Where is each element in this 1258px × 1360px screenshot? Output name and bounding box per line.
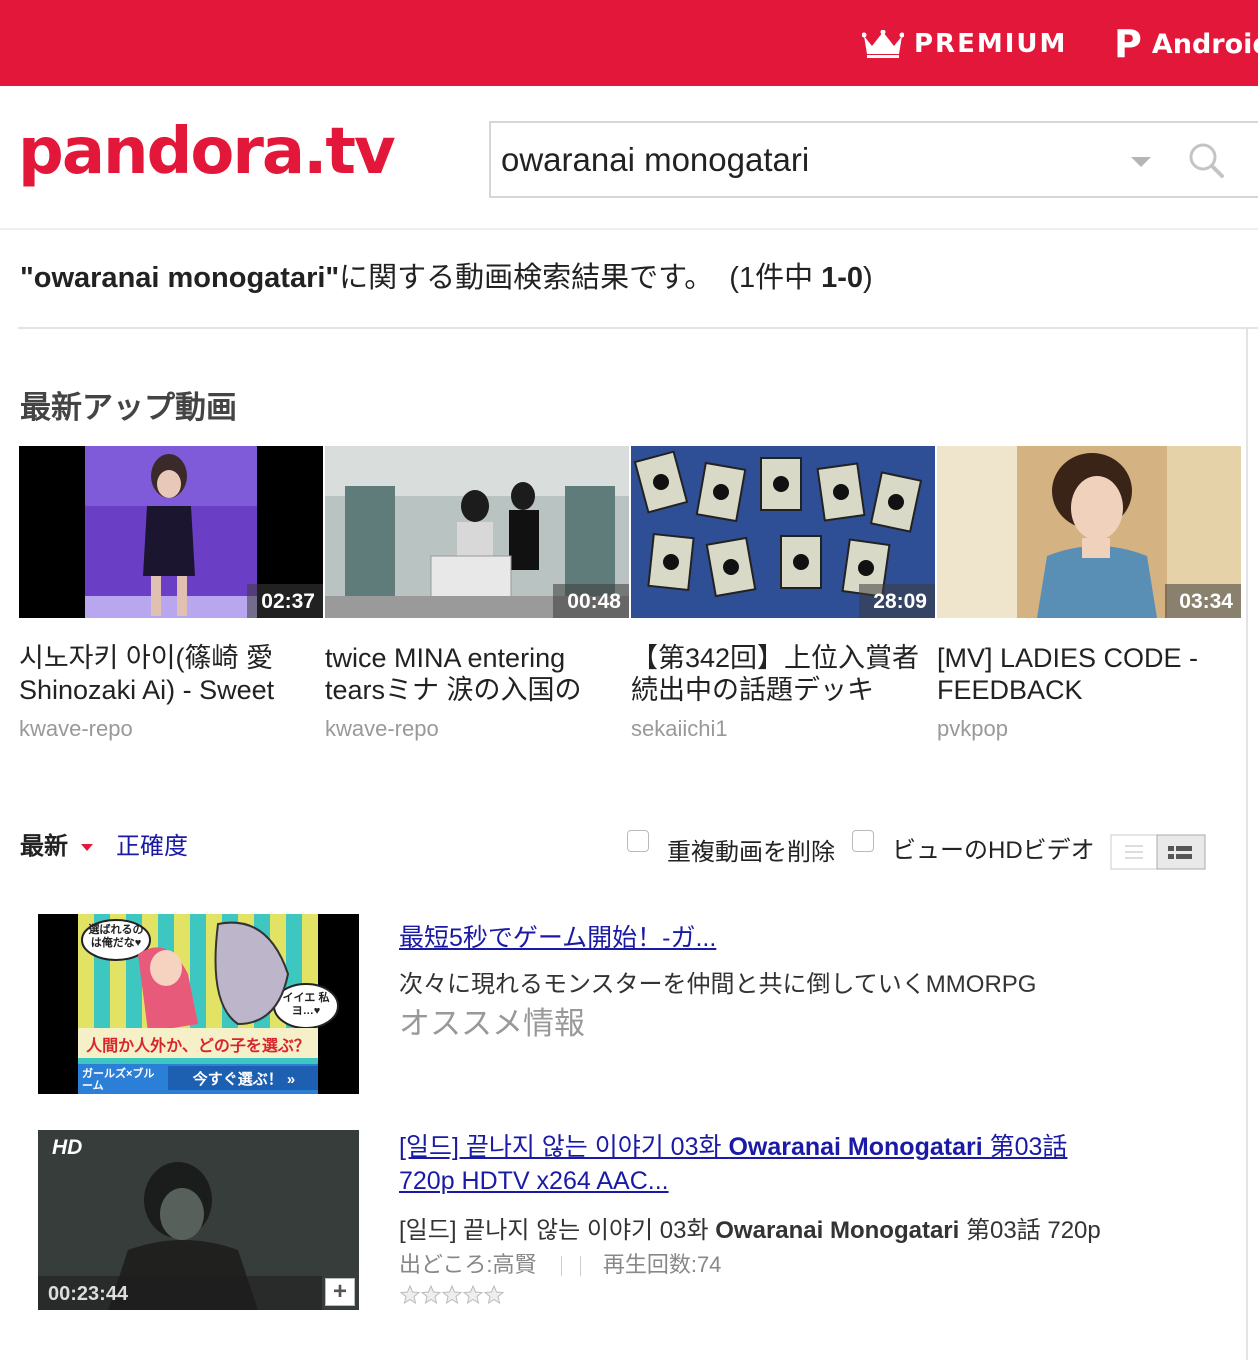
sort-latest[interactable]: 最新 xyxy=(20,826,93,861)
pandora-logo[interactable]: pandora.tv xyxy=(18,112,396,192)
result-title-bold: Owaranai Monogatari xyxy=(728,1133,983,1161)
latest-video-title[interactable]: [MV] LADIES CODE - FEEDBACK xyxy=(937,642,1227,706)
latest-video-duration: 28:09 xyxy=(859,584,935,618)
latest-video-thumbnail-3[interactable]: 28:09 xyxy=(631,446,935,618)
premium-link[interactable]: PREMIUM xyxy=(862,26,1067,62)
android-label: Android xyxy=(1151,28,1258,60)
result-meta: 出どころ:高賢 再生回数:74 xyxy=(399,1247,721,1279)
list-view-button[interactable] xyxy=(1110,834,1158,870)
result-description: [일드] 끝나지 않는 이야기 03화 Owaranai Monogatari … xyxy=(399,1210,1101,1245)
results-count-open: (1件中 xyxy=(729,262,822,294)
header-divider xyxy=(0,228,1258,230)
latest-video-duration: 02:37 xyxy=(247,584,323,618)
results-count-range: 1-0 xyxy=(821,262,864,294)
ad-tag: オススメ情報 xyxy=(399,1006,585,1041)
latest-video-uploader[interactable]: kwave-repo xyxy=(19,716,133,742)
plus-icon: + xyxy=(332,1278,347,1305)
search-icon[interactable] xyxy=(1187,141,1227,181)
android-link[interactable]: P Android xyxy=(1114,22,1258,66)
result-title-link[interactable]: [일드] 끝나지 않는 이야기 03화 Owaranai Monogatari … xyxy=(399,1130,1067,1198)
search-input[interactable] xyxy=(501,137,1101,183)
results-count-close: ) xyxy=(863,262,873,294)
latest-video-uploader[interactable]: pvkpop xyxy=(937,716,1008,742)
result-plays: 再生回数:74 xyxy=(602,1252,722,1277)
result-duration: 00:23:44 xyxy=(38,1276,322,1310)
latest-video-duration: 00:48 xyxy=(553,584,629,618)
search-dropdown-icon[interactable] xyxy=(1131,157,1151,167)
latest-video-thumbnail-1[interactable]: 02:37 xyxy=(19,446,323,618)
latest-video-thumbnail-2[interactable]: 00:48 xyxy=(325,446,629,618)
result-title-post: 第03話 xyxy=(982,1133,1068,1161)
result-title-pre: [일드] 끝나지 않는 이야기 03화 xyxy=(399,1133,729,1161)
latest-video-title[interactable]: 【第342回】上位入賞者続出中の話題デッキ xyxy=(631,642,921,706)
result-thumbnail[interactable]: HD 00:23:44 + xyxy=(38,1130,359,1310)
results-summary: "owaranai monogatari"に関する動画検索結果です。 (1件中 1… xyxy=(20,254,873,296)
add-to-playlist-button[interactable]: + xyxy=(325,1278,355,1306)
summary-divider xyxy=(18,327,1258,329)
ad-description: 次々に現れるモンスターを仲間と共に倒していくMMORPG xyxy=(399,971,1037,998)
hd-only-label: ビューのHDビデオ xyxy=(892,837,1095,864)
ad-banner-bubble: イイエ 私ヨ…♥ xyxy=(282,992,330,1017)
meta-divider xyxy=(560,1256,562,1277)
latest-uploads-title: 最新アップ動画 xyxy=(20,390,237,425)
results-query: "owaranai monogatari" xyxy=(20,262,340,294)
result-title-line2: 720p HDTV x264 AAC... xyxy=(399,1167,669,1195)
latest-video-duration: 03:34 xyxy=(1165,584,1241,618)
latest-video-thumbnail-4[interactable]: 03:34 xyxy=(937,446,1241,618)
meta-divider xyxy=(579,1256,581,1277)
hd-badge: HD xyxy=(52,1136,83,1159)
remove-duplicates-label: 重複動画を削除 xyxy=(667,839,835,866)
premium-label: PREMIUM xyxy=(914,29,1068,59)
sort-caret-icon xyxy=(80,844,93,852)
ad-banner-main: 人間か人外か、どの子を選ぶ？ xyxy=(86,1038,310,1055)
star-rating-icon xyxy=(399,1284,505,1305)
top-bar: PREMIUM P Android xyxy=(0,0,1258,86)
rating-stars xyxy=(399,1284,509,1311)
ad-banner-top: 選ばれるのは俺だな♥ xyxy=(88,924,144,949)
ad-title-link[interactable]: 最短5秒でゲーム開始！-ガ... xyxy=(399,918,716,954)
result-desc-post: 第03話 720p xyxy=(959,1217,1101,1244)
android-app-icon: P xyxy=(1114,22,1142,66)
view-toggle xyxy=(1110,834,1206,870)
latest-video-uploader[interactable]: kwave-repo xyxy=(325,716,439,742)
search-box xyxy=(489,121,1258,198)
ad-banner-logo: ガールズ×ブルーム xyxy=(82,1068,155,1092)
remove-duplicates-checkbox[interactable] xyxy=(627,830,649,852)
sort-latest-label: 最新 xyxy=(20,833,68,860)
ad-thumbnail[interactable]: 選ばれるのは俺だな♥ イイエ 私ヨ…♥ 人間か人外か、どの子を選ぶ？ ガールズ×… xyxy=(38,914,359,1094)
detail-view-button[interactable] xyxy=(1156,834,1206,870)
ad-banner-cta: 今すぐ選ぶ！ » xyxy=(192,1071,296,1088)
crown-icon xyxy=(862,30,904,58)
latest-video-title[interactable]: twice MINA entering tearsミナ 涙の入国の xyxy=(325,642,615,706)
results-suffix: に関する動画検索結果です。 xyxy=(339,262,714,294)
result-source[interactable]: 出どころ:高賢 xyxy=(399,1252,536,1277)
hd-only-checkbox[interactable] xyxy=(852,830,874,852)
latest-video-title[interactable]: 시노자키 아이(篠崎 愛 Shinozaki Ai) - Sweet xyxy=(19,642,309,706)
content-right-border xyxy=(1246,329,1248,1360)
sort-accuracy[interactable]: 正確度 xyxy=(116,826,188,861)
latest-video-uploader[interactable]: sekaiichi1 xyxy=(631,716,728,742)
result-desc-bold: Owaranai Monogatari xyxy=(715,1217,960,1244)
result-desc-pre: [일드] 끝나지 않는 이야기 03화 xyxy=(399,1217,716,1244)
